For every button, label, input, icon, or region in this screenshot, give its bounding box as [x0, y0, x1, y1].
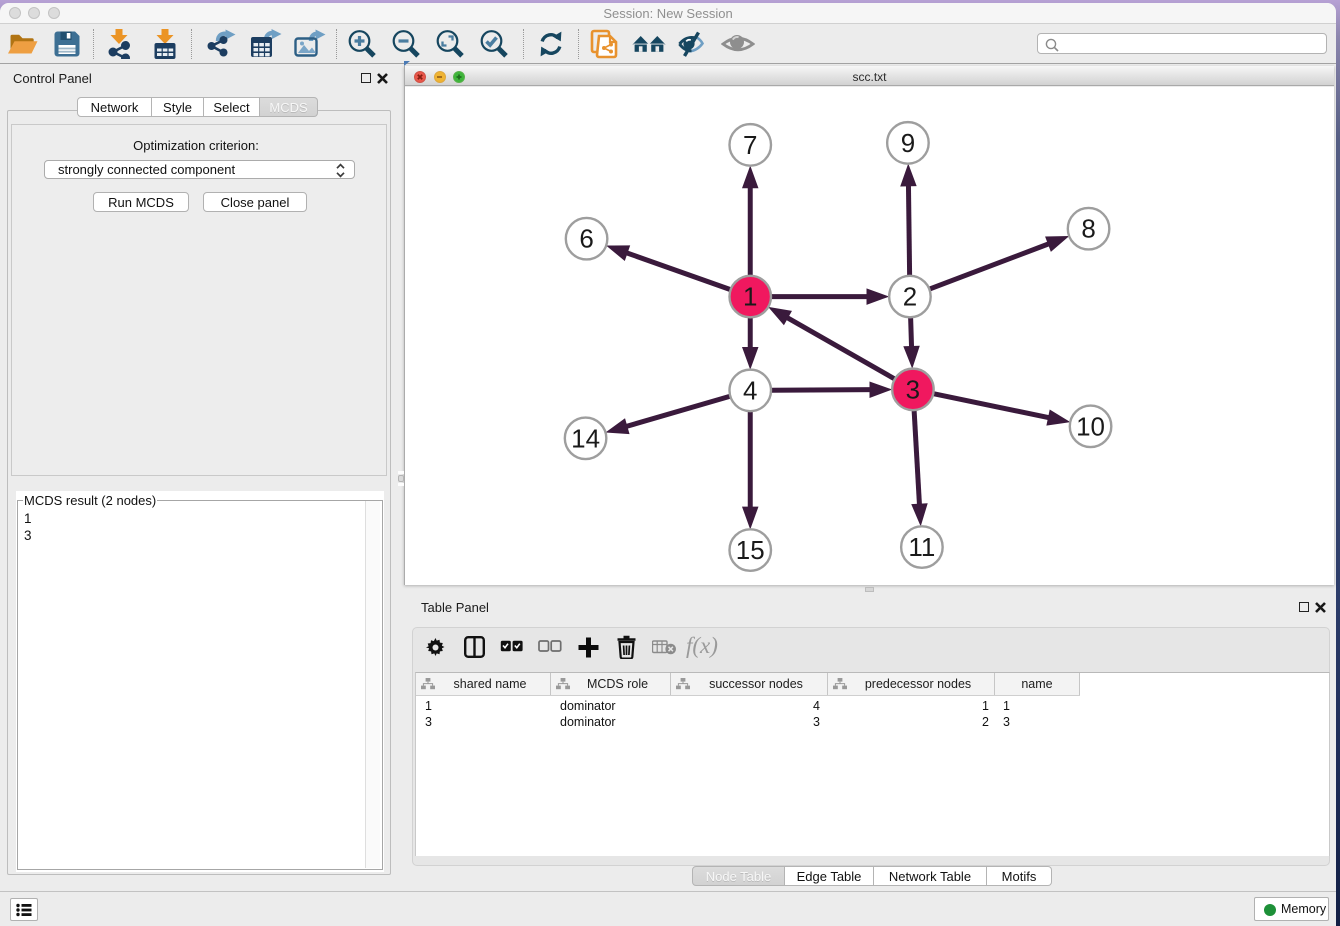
svg-text:3: 3 [906, 376, 920, 404]
svg-text:10: 10 [1076, 413, 1105, 441]
svg-text:2: 2 [903, 284, 917, 312]
svg-text:15: 15 [736, 537, 765, 565]
svg-text:9: 9 [901, 130, 915, 158]
svg-text:7: 7 [743, 132, 757, 160]
svg-text:14: 14 [571, 425, 600, 453]
svg-text:6: 6 [579, 226, 593, 254]
svg-text:11: 11 [908, 534, 935, 562]
svg-text:1: 1 [743, 284, 757, 312]
svg-text:8: 8 [1081, 216, 1095, 244]
svg-text:4: 4 [743, 377, 757, 405]
